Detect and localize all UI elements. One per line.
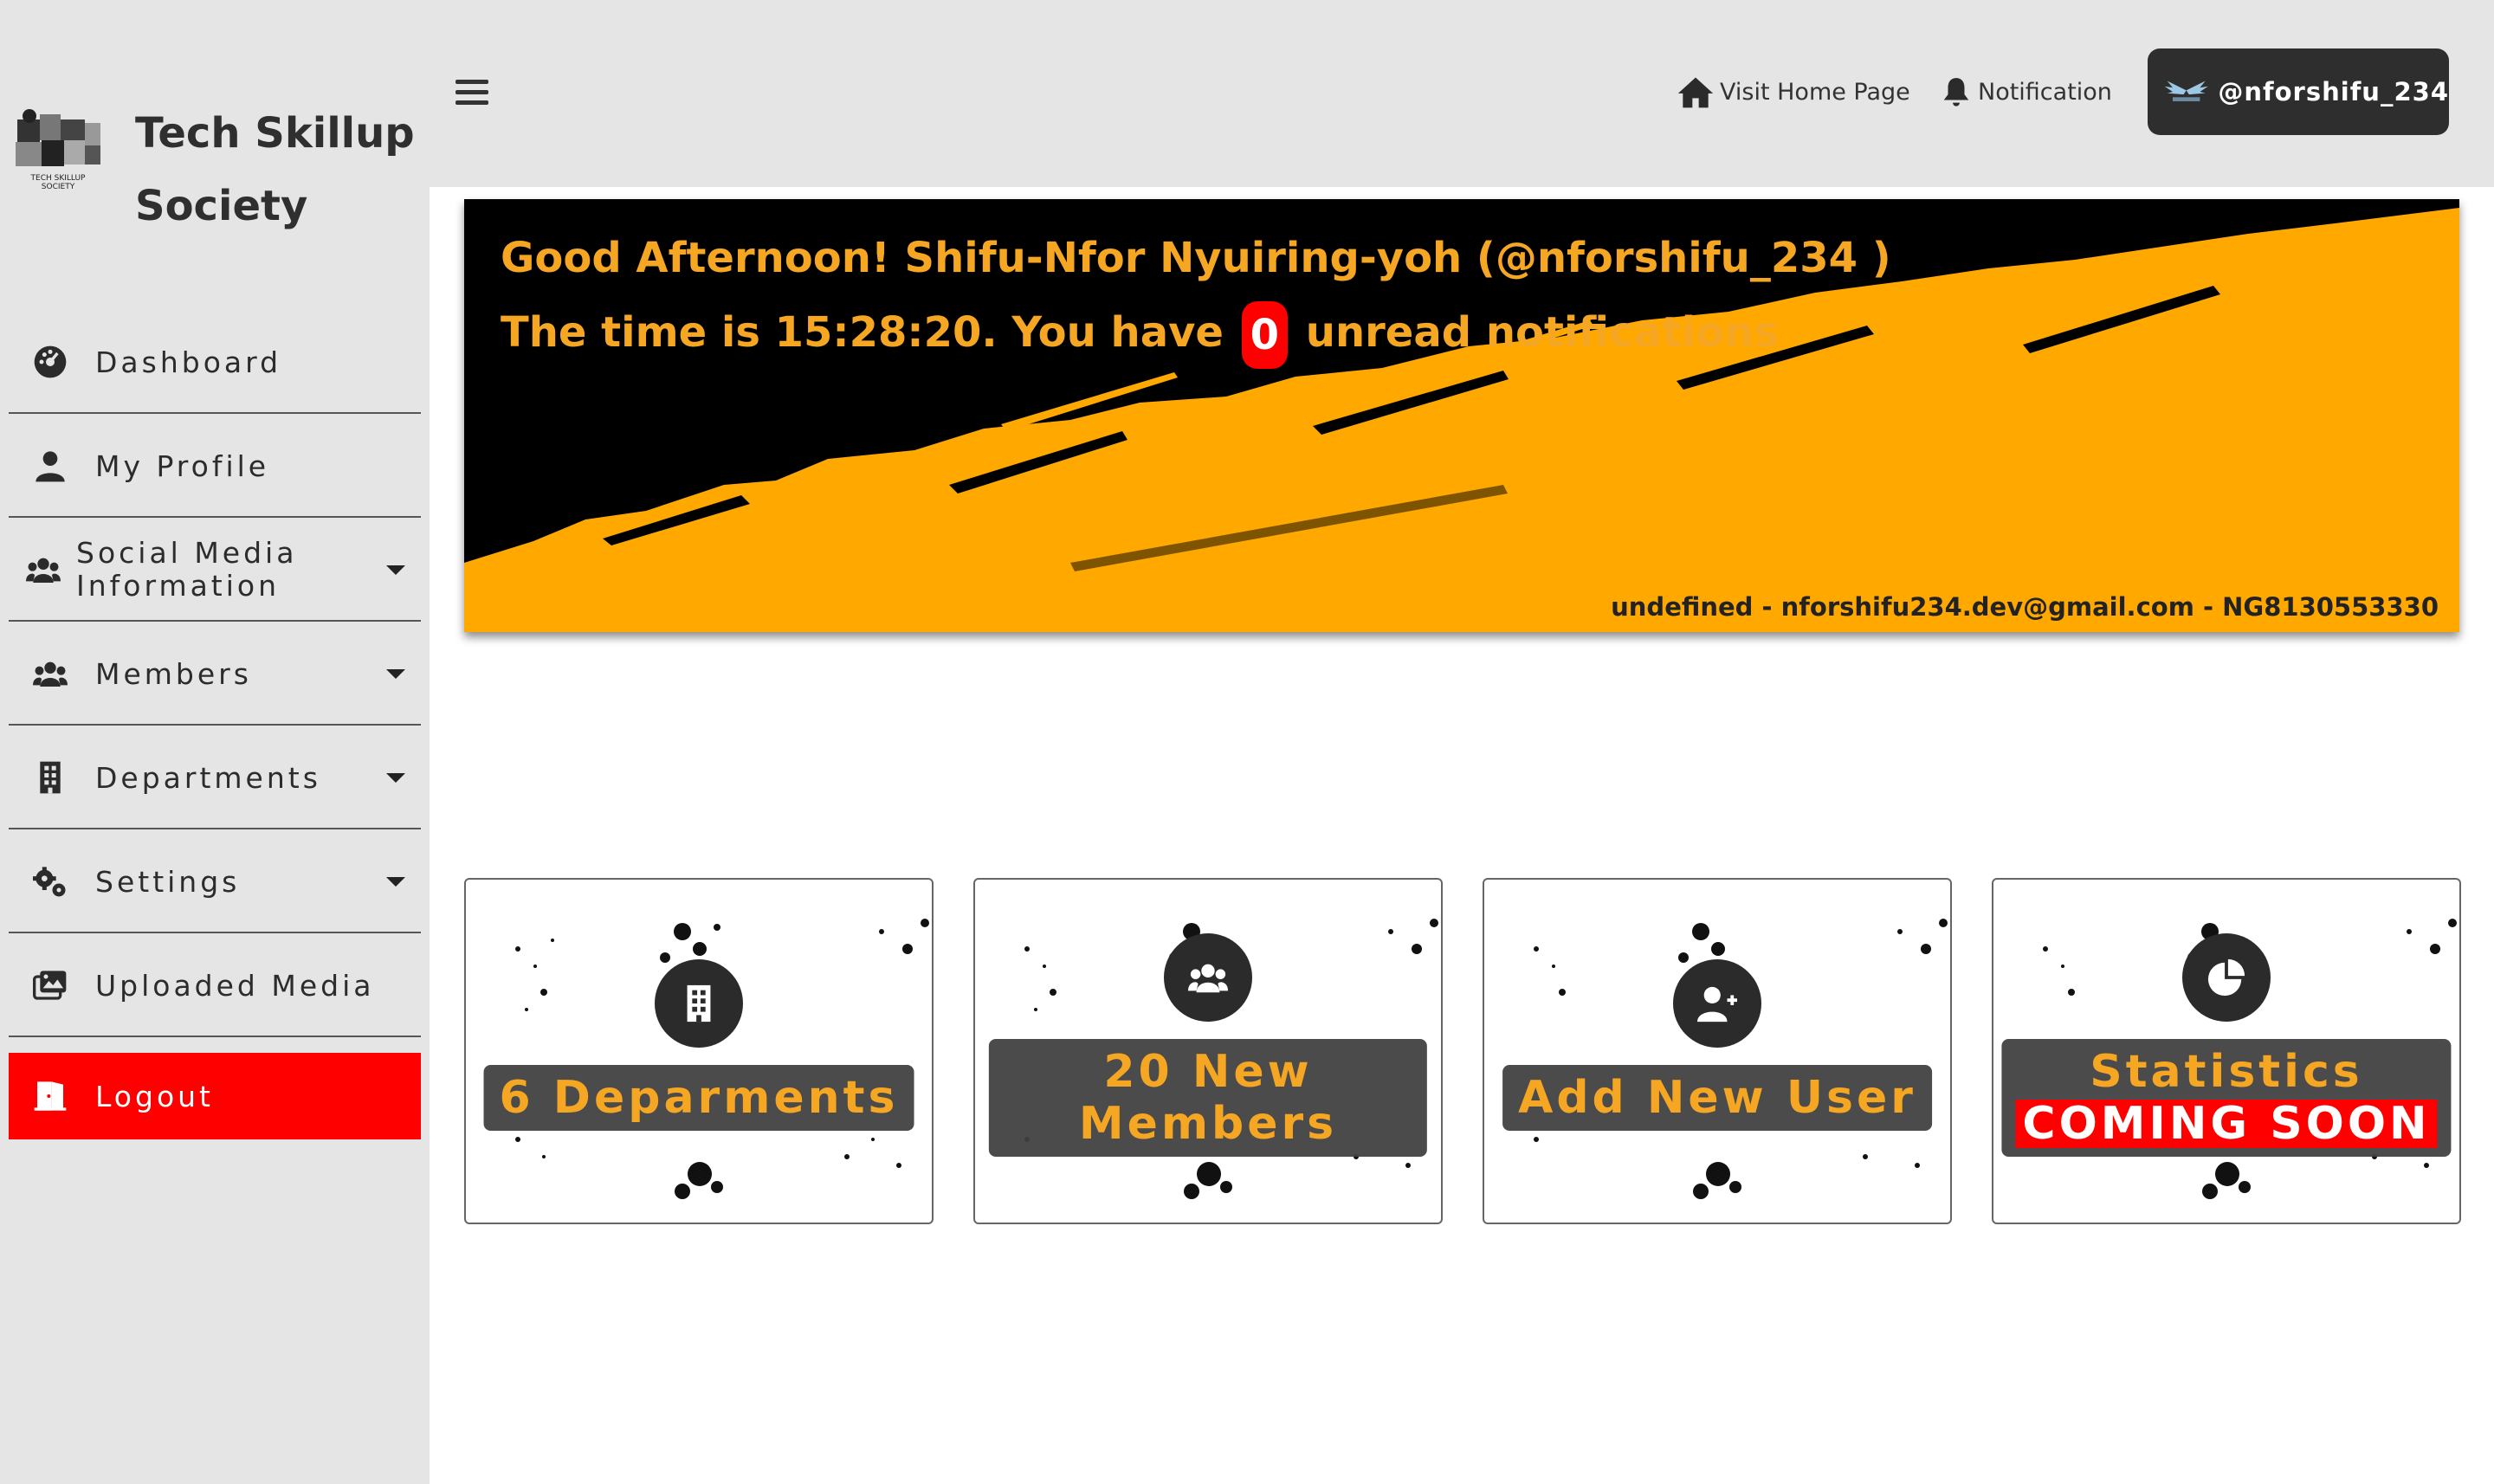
images-icon	[33, 971, 67, 1000]
hamburger-bar	[456, 90, 488, 94]
new-members-card[interactable]: 20 New Members	[973, 878, 1443, 1224]
statistics-card[interactable]: Statistics COMING SOON	[1992, 878, 2461, 1224]
svg-text:SOCIETY: SOCIETY	[42, 183, 75, 191]
ink-splatter-decoration	[515, 919, 929, 1199]
welcome-banner: Good Afternoon! Shifu-Nfor Nyuiring-yoh …	[464, 199, 2459, 632]
sidebar-item-label: My Profile	[95, 448, 270, 483]
card-label-line: Members	[1078, 1098, 1338, 1150]
sidebar-item-label: Uploaded Media	[95, 968, 375, 1003]
sidebar-item-label: Logout	[95, 1079, 214, 1113]
users-icon	[26, 558, 61, 583]
sidebar-item-settings[interactable]: Settings	[9, 831, 421, 933]
puzzle-logo-icon: TECH SKILLUP SOCIETY	[16, 109, 100, 191]
card-label: Add New User	[1502, 1065, 1932, 1131]
pie-chart-icon	[2207, 958, 2245, 997]
card-icon-circle	[1164, 933, 1252, 1022]
sidebar-item-my-profile[interactable]: My Profile	[9, 416, 421, 518]
visit-home-link[interactable]: Visit Home Page	[1677, 74, 1910, 109]
visit-home-label: Visit Home Page	[1720, 78, 1910, 106]
card-icon-circle	[2182, 933, 2271, 1022]
wings-avatar-icon	[2164, 81, 2208, 101]
gauge-icon	[34, 345, 67, 378]
chevron-down-icon	[386, 877, 405, 887]
user-plus-icon	[1697, 986, 1737, 1023]
sidebar-item-label: Social Media Information	[76, 536, 298, 603]
coming-soon-badge: COMING SOON	[2015, 1100, 2438, 1148]
sidebar-nav: Dashboard My Profile Social Media Inform…	[9, 312, 421, 1141]
sidebar-item-label: Dashboard	[95, 345, 282, 379]
sidebar-item-departments[interactable]: Departments	[9, 727, 421, 829]
sidebar-item-uploaded-media[interactable]: Uploaded Media	[9, 935, 421, 1037]
brand[interactable]: TECH SKILLUP SOCIETY Tech Skillup Societ…	[12, 90, 428, 230]
user-menu-button[interactable]: @nforshifu_234	[2148, 48, 2449, 135]
card-icon-circle	[1673, 959, 1761, 1048]
time-prefix: The time is 15:28:20. You have	[501, 308, 1224, 357]
chevron-down-icon	[386, 565, 405, 575]
brand-title: Tech Skillup Society	[135, 109, 415, 230]
card-label: 6 Deparments	[483, 1065, 914, 1131]
time-suffix: unread notifications	[1305, 308, 1779, 357]
hamburger-icon	[456, 80, 488, 84]
hamburger-bar	[456, 100, 488, 105]
username: @nforshifu_234	[2218, 77, 2449, 106]
card-label-line: 20 New	[1103, 1046, 1313, 1098]
card-label: 20 New Members	[988, 1039, 1428, 1157]
home-icon	[1677, 77, 1714, 108]
chevron-down-icon	[386, 669, 405, 679]
departments-card[interactable]: 6 Deparments	[464, 878, 934, 1224]
bell-icon	[1943, 78, 1969, 106]
sidebar-item-label: Settings	[95, 864, 241, 899]
gears-icon	[33, 867, 66, 897]
users-icon	[33, 661, 68, 687]
building-icon	[40, 761, 61, 794]
notification-link[interactable]: Notification	[1940, 74, 2112, 109]
card-label-line: Statistics	[2090, 1046, 2363, 1098]
building-icon	[687, 984, 711, 1023]
user-icon	[36, 451, 65, 482]
notification-label: Notification	[1978, 78, 2112, 106]
unread-count-badge: 0	[1241, 301, 1289, 369]
menu-toggle-button[interactable]	[456, 80, 488, 106]
ink-splatter-decoration	[1534, 919, 1948, 1199]
time-line: The time is 15:28:20. You have 0 unread …	[501, 301, 1779, 369]
user-contact-info: undefined - nforshifu234.dev@gmail.com -…	[1611, 592, 2439, 622]
greeting-text: Good Afternoon! Shifu-Nfor Nyuiring-yoh …	[501, 234, 1891, 282]
sidebar-item-members[interactable]: Members	[9, 623, 421, 726]
sidebar-item-logout[interactable]: Logout	[9, 1053, 421, 1139]
card-label: Statistics COMING SOON	[2001, 1039, 2452, 1157]
sidebar-item-dashboard[interactable]: Dashboard	[9, 312, 421, 414]
add-new-user-card[interactable]: Add New User	[1483, 878, 1952, 1224]
sidebar-item-label: Departments	[95, 760, 321, 795]
users-icon	[1188, 964, 1228, 993]
sidebar-item-social-media[interactable]: Social Media Information	[9, 519, 421, 622]
chevron-down-icon	[386, 773, 405, 783]
door-exit-icon	[34, 1081, 67, 1111]
card-icon-circle	[655, 959, 743, 1048]
sidebar-item-label: Members	[95, 656, 252, 691]
svg-text:TECH SKILLUP: TECH SKILLUP	[30, 174, 87, 183]
